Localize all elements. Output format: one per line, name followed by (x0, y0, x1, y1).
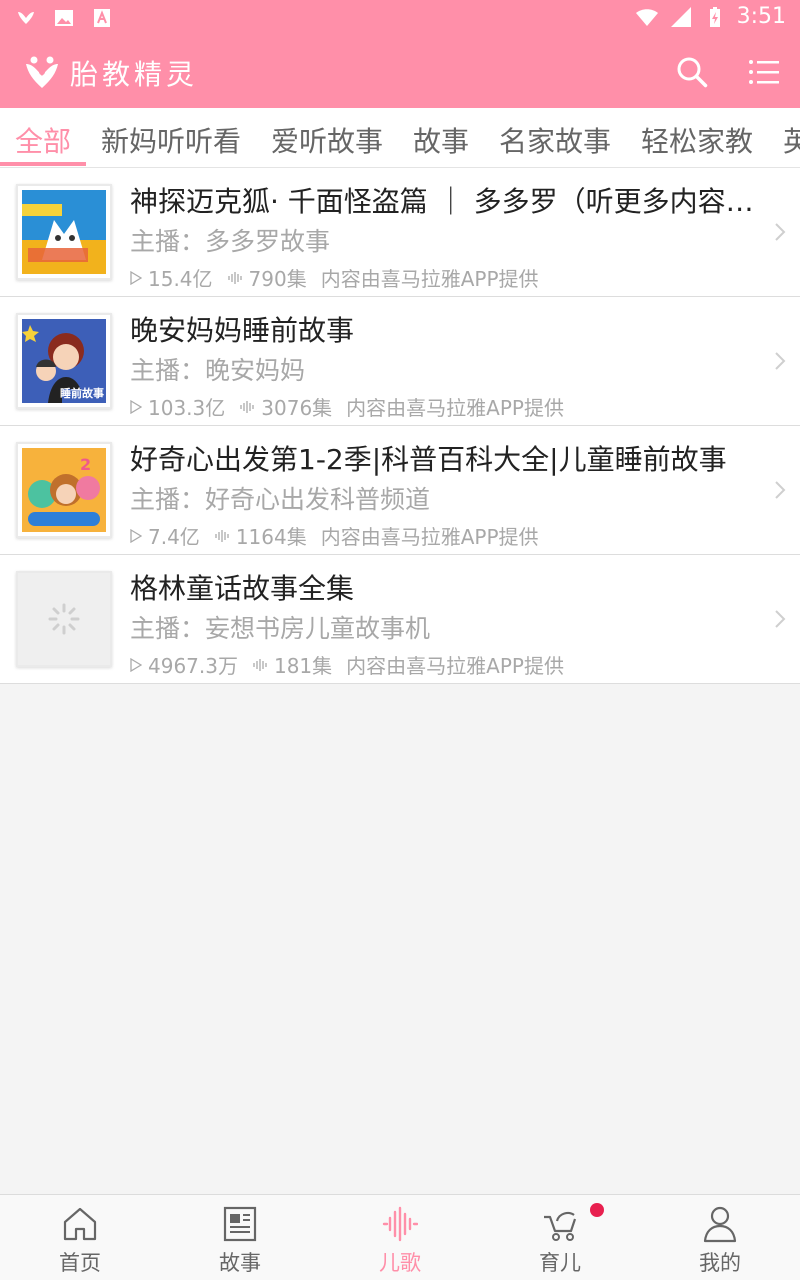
episodes-icon (227, 271, 242, 284)
tab-stories[interactable]: 故事 (413, 120, 469, 160)
play-count: 15.4亿 (148, 267, 213, 291)
content-source: 内容由喜马拉雅APP提供 (346, 396, 564, 420)
nav-label: 我的 (699, 1251, 741, 1275)
list-item[interactable]: 神探迈克狐· 千面怪盗篇 ｜ 多多罗（听更多内容… 主播：多多罗故事 15.4亿… (0, 168, 800, 297)
album-title: 神探迈克狐· 千面怪盗篇 ｜ 多多罗（听更多内容… (130, 185, 754, 218)
cover-caption: 睡前故事 (60, 387, 104, 400)
tab-english[interactable]: 英 (783, 120, 800, 160)
svg-text:2: 2 (80, 455, 91, 474)
album-meta: 7.4亿 1164集 内容由喜马拉雅APP提供 (130, 521, 553, 550)
notification-badge (590, 1203, 604, 1217)
album-anchor: 主播：晚安妈妈 (130, 356, 306, 385)
curiosity-cover-art: 2 (22, 448, 106, 532)
chevron-right-icon (775, 223, 786, 241)
chevron-right-icon (775, 610, 786, 628)
album-cover (16, 184, 112, 280)
clock: 3:51 (736, 4, 786, 29)
nav-label: 育儿 (539, 1251, 581, 1275)
album-anchor: 主播：妄想书房儿童故事机 (130, 614, 431, 643)
app-bar: 胎教精灵 (0, 36, 800, 108)
loading-spinner-icon (48, 603, 80, 635)
album-title: 好奇心出发第1-2季|科普百科大全|儿童睡前故事 (130, 443, 727, 476)
list-item[interactable]: 2 好奇心出发第1-2季|科普百科大全|儿童睡前故事 主播：好奇心出发科普频道 … (0, 426, 800, 555)
font-notification-icon (94, 9, 110, 27)
content-source: 内容由喜马拉雅APP提供 (320, 267, 539, 291)
album-title: 晚安妈妈睡前故事 (130, 314, 355, 347)
album-meta: 15.4亿 790集 内容由喜马拉雅APP提供 (130, 263, 553, 292)
episodes-icon (253, 658, 267, 671)
status-bar: 3:51 (0, 0, 800, 36)
episode-count: 1164集 (235, 525, 307, 549)
battery-icon (709, 6, 720, 27)
home-icon (63, 1207, 97, 1241)
album-anchor: 主播：好奇心出发科普频道 (130, 485, 431, 514)
person-icon (703, 1206, 737, 1243)
content-source: 内容由喜马拉雅APP提供 (320, 525, 539, 549)
play-count-icon (130, 399, 142, 414)
episode-count: 181集 (273, 654, 333, 678)
category-tabs: 全部 新妈听听看 爱听故事 故事 名家故事 轻松家教 英 (0, 108, 800, 168)
bottom-navigation: 首页 故事 儿歌 育儿 我的 (0, 1194, 800, 1280)
active-tab-indicator (0, 162, 86, 166)
tab-easy-parenting[interactable]: 轻松家教 (641, 120, 753, 160)
play-count-icon (130, 528, 142, 543)
search-icon[interactable] (674, 54, 710, 90)
episode-count: 790集 (248, 267, 307, 291)
play-count: 4967.3万 (148, 654, 238, 678)
nav-home[interactable]: 首页 (0, 1195, 160, 1280)
app-notification-icon (18, 12, 34, 24)
app-title: 胎教精灵 (70, 58, 199, 91)
app-logo-icon (26, 56, 58, 88)
album-list: 神探迈克狐· 千面怪盗篇 ｜ 多多罗（听更多内容… 主播：多多罗故事 15.4亿… (0, 168, 800, 684)
content-source: 内容由喜马拉雅APP提供 (346, 654, 564, 678)
signal-icon (670, 6, 691, 27)
chevron-right-icon (775, 481, 786, 499)
tab-love-stories[interactable]: 爱听故事 (271, 120, 383, 160)
play-count-icon (130, 657, 142, 672)
album-cover: 2 (16, 442, 112, 538)
album-title: 格林童话故事全集 (130, 572, 355, 605)
nav-label: 故事 (219, 1251, 261, 1275)
image-notification-icon (55, 10, 73, 26)
album-meta: 4967.3万 181集 内容由喜马拉雅APP提供 (130, 650, 578, 679)
stroller-icon (544, 1211, 577, 1241)
list-menu-icon[interactable] (748, 56, 780, 88)
play-count: 103.3亿 (148, 396, 226, 420)
nav-label: 首页 (59, 1251, 101, 1275)
nav-songs[interactable]: 儿歌 (320, 1195, 480, 1280)
episodes-icon (215, 529, 229, 542)
detective-fox-cover-art (22, 190, 106, 274)
list-item[interactable]: 格林童话故事全集 主播：妄想书房儿童故事机 4967.3万 181集 内容由喜马… (0, 555, 800, 684)
newspaper-icon (223, 1206, 257, 1242)
album-anchor: 主播：多多罗故事 (130, 227, 331, 256)
tab-all[interactable]: 全部 (15, 120, 71, 160)
nav-mine[interactable]: 我的 (640, 1195, 800, 1280)
list-item[interactable]: 睡前故事 晚安妈妈睡前故事 主播：晚安妈妈 103.3亿 3076集 内容由喜马… (0, 297, 800, 426)
chevron-right-icon (775, 352, 786, 370)
nav-stories[interactable]: 故事 (160, 1195, 320, 1280)
nav-label: 儿歌 (379, 1251, 421, 1275)
tab-new-mom[interactable]: 新妈听听看 (101, 120, 241, 160)
album-meta: 103.3亿 3076集 内容由喜马拉雅APP提供 (130, 392, 578, 421)
nav-parenting[interactable]: 育儿 (480, 1195, 640, 1280)
episode-count: 3076集 (261, 396, 333, 420)
album-cover: 睡前故事 (16, 313, 112, 409)
play-count-icon (130, 270, 142, 285)
episodes-icon (240, 400, 254, 413)
play-count: 7.4亿 (148, 525, 200, 549)
album-cover (16, 571, 112, 667)
soundwave-icon (382, 1206, 418, 1242)
wifi-icon (635, 8, 658, 26)
tab-famous-stories[interactable]: 名家故事 (499, 120, 611, 160)
